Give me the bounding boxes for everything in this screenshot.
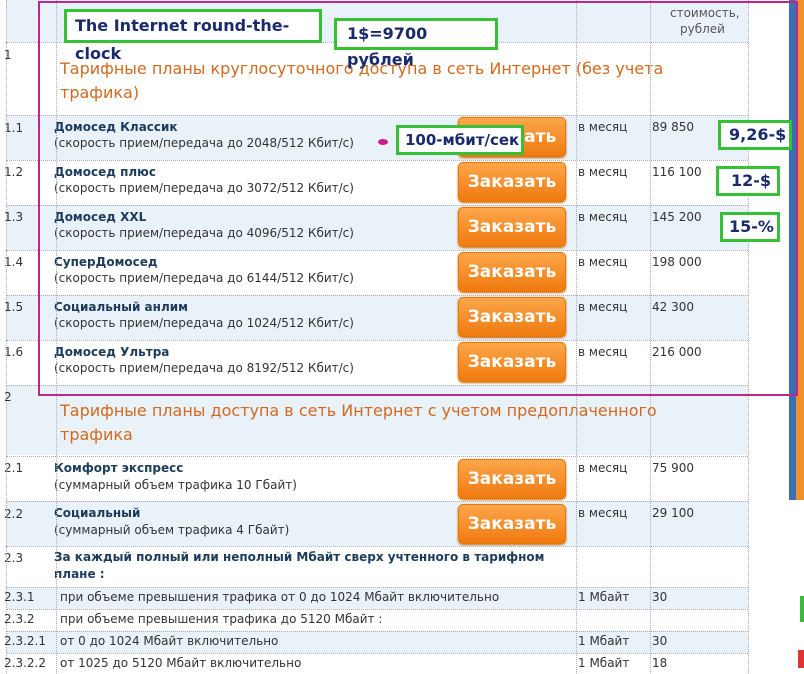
- extra-title-cont: плане :: [54, 567, 105, 581]
- extra-row-text: от 1025 до 5120 Мбайт включительно: [60, 656, 302, 670]
- order-button[interactable]: Заказать: [458, 504, 566, 544]
- plan-name: Комфорт экспресс: [54, 461, 184, 475]
- extra-title: За каждый полный или неполный Мбайт свер…: [54, 550, 545, 564]
- row-number: 2.3.2: [4, 612, 35, 626]
- annotation-arrow: [378, 139, 388, 145]
- row-divider: [6, 653, 748, 654]
- row-divider: [6, 456, 748, 457]
- annotation-rate: 1$=9700 рублей: [334, 18, 498, 69]
- row-divider: [6, 587, 748, 588]
- plan-period: в месяц: [578, 506, 628, 520]
- extra-row-unit: 1 Мбайт: [578, 590, 630, 604]
- column-divider: [6, 0, 7, 674]
- annotation-usd1: 9,26-$: [718, 120, 792, 150]
- row-divider: [6, 546, 748, 547]
- plan-price: 75 900: [652, 461, 694, 475]
- row-divider: [6, 501, 748, 502]
- extra-row-unit: 1 Мбайт: [578, 634, 630, 648]
- row-divider: [6, 631, 748, 632]
- extra-row-price: 30: [652, 590, 668, 604]
- row-number: 2.3.1: [4, 590, 35, 604]
- plan-name: Социальный: [54, 506, 141, 520]
- extra-row-text: от 0 до 1024 Мбайт включительно: [60, 634, 279, 648]
- extra-row-price: 18: [652, 656, 668, 670]
- annotation-speed: 100-мбит/сек: [396, 125, 524, 155]
- row-number: 2.3.2.2: [4, 656, 46, 670]
- row-divider: [6, 609, 748, 610]
- plan-volume: (суммарный объем трафика 10 Гбайт): [54, 478, 297, 492]
- plan-period: в месяц: [578, 461, 628, 475]
- section-title: Тарифные планы доступа в сеть Интернет с…: [60, 401, 657, 444]
- highlight-frame: [38, 1, 798, 396]
- annotation-usd2: 12-$: [716, 166, 780, 196]
- side-green-mark: [800, 596, 804, 622]
- tariff-page: стоимость, рублей 1 Тарифные планы кругл…: [0, 0, 804, 674]
- extra-row-price: 30: [652, 634, 668, 648]
- order-button[interactable]: Заказать: [458, 459, 566, 499]
- extra-row-unit: 1 Мбайт: [578, 656, 630, 670]
- annotation-pct: 15-%: [720, 212, 780, 242]
- extra-row-text: при объеме превышения трафика до 5120 Мб…: [60, 612, 383, 626]
- side-red-mark: [798, 650, 804, 668]
- extra-row-text: при объеме превышения трафика от 0 до 10…: [60, 590, 500, 604]
- plan-volume: (суммарный объем трафика 4 Гбайт): [54, 523, 290, 537]
- row-number: 2.3.2.1: [4, 634, 46, 648]
- plan-price: 29 100: [652, 506, 694, 520]
- annotation-title: The Internet round-the-clock: [64, 9, 322, 63]
